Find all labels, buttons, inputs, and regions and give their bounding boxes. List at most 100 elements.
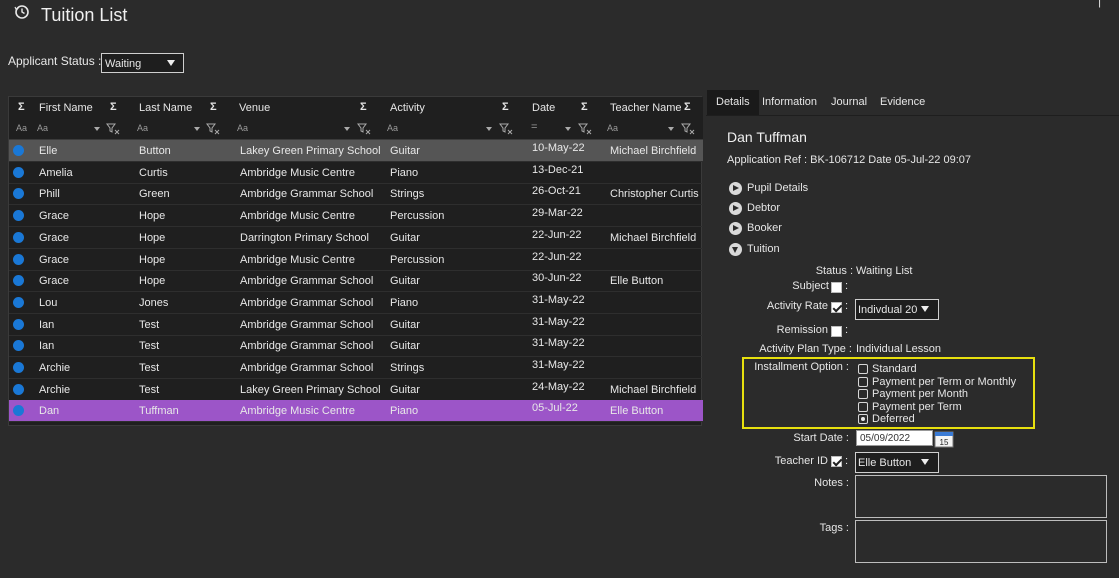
clear-filter-icon[interactable] [206,123,220,135]
colon: : [845,455,849,467]
status-dot-icon [13,340,24,352]
filter-venue[interactable]: Aa [237,123,248,133]
cell-venue: Ambridge Music Centre [240,210,355,223]
status-dot-icon [13,296,24,308]
sigma-icon[interactable]: Σ [18,101,25,113]
table-row[interactable]: Grace Hope Ambridge Music Centre Percussion… [9,249,703,271]
filter-teacher-name[interactable]: Aa [607,123,618,133]
table-row[interactable]: Ian Test Ambridge Grammar School Guitar 31-M… [9,335,703,358]
sigma-icon[interactable]: Σ [110,101,117,113]
sigma-icon[interactable]: Σ [502,101,509,113]
chevron-down-icon[interactable] [94,127,100,131]
cell-date: 10-May-22 [532,142,585,154]
notes-textarea[interactable] [855,475,1107,518]
cell-date: 13-Dec-21 [532,163,584,176]
cell-activity: Strings [390,188,425,201]
chevron-down-icon[interactable] [194,127,200,131]
notes-label: Notes : [814,477,849,489]
table-row[interactable]: Ian Test Ambridge Grammar School Guitar 31-M… [9,314,703,336]
chevron-down-icon [167,60,175,66]
tab-details[interactable]: Details [707,90,759,115]
table-row[interactable]: Grace Hope Ambridge Grammar School Guitar 30… [9,270,703,293]
table-row[interactable]: Archie Test Lakey Green Primary School Guit… [9,379,703,401]
applicant-status-select[interactable]: Waiting [101,53,184,73]
sigma-icon[interactable]: Σ [581,101,588,113]
chevron-down-icon[interactable] [344,127,350,131]
cell-activity: Guitar [390,383,420,396]
chevron-down-icon[interactable] [486,127,492,131]
col-header-activity[interactable]: Activity [390,102,425,114]
col-header-teacher-name[interactable]: Teacher Name [610,102,682,114]
cell-last-name: Test [139,318,160,331]
cell-last-name: Jones [139,296,169,309]
chevron-down-icon [921,459,929,465]
remission-checkbox[interactable] [831,326,842,337]
table-row[interactable]: Lou Jones Ambridge Grammar School Piano 31-M… [9,292,703,314]
installment-label: Installment Option : [754,361,849,373]
tab-information[interactable]: Information [753,90,826,115]
window-control[interactable]: | [1098,0,1101,8]
cell-venue: Ambridge Grammar School [240,188,374,201]
cell-last-name: Hope [139,210,166,223]
table-row[interactable]: Phill Green Ambridge Grammar School Strings… [9,183,703,206]
col-header-last-name[interactable]: Last Name [139,102,192,114]
status-dot-icon [13,253,24,265]
cell-last-name: Test [139,383,160,396]
teacher-id-select[interactable]: Elle Button [855,452,939,473]
clear-filter-icon[interactable] [681,123,695,135]
chevron-down-icon[interactable] [565,127,571,131]
cell-venue: Ambridge Grammar School [240,362,374,374]
activity-rate-checkbox[interactable] [831,302,842,313]
cell-last-name: Hope [139,275,166,288]
teacher-id-value: Elle Button [858,457,912,469]
filter-first-name[interactable]: Aa [37,123,48,133]
col-header-date[interactable]: Date [532,102,555,114]
sigma-icon[interactable]: Σ [360,101,367,113]
sigma-icon[interactable]: Σ [684,101,691,113]
table-row[interactable]: Grace Hope Ambridge Music Centre Percussion… [9,205,703,228]
status-dot-icon [13,231,24,243]
calendar-icon[interactable]: 15 [934,431,954,448]
cell-first-name: Amelia [39,166,73,179]
table-row[interactable]: Grace Hope Darrington Primary School Guitar… [9,227,703,249]
filter-activity[interactable]: Aa [387,123,398,133]
cell-first-name: Grace [39,210,69,223]
chevron-down-icon[interactable] [668,127,674,131]
status-dot-icon [13,383,24,395]
tags-textarea[interactable] [855,520,1107,563]
tab-journal[interactable]: Journal [822,90,876,115]
clear-filter-icon[interactable] [106,123,120,135]
filter-date-equals[interactable]: = [531,121,537,133]
grid-header-row: Σ First Name Σ Last Name Σ Venue Σ Activ… [9,97,703,119]
filter-text-icon[interactable]: Aa [16,123,27,133]
expand-icon [729,222,742,235]
cell-venue: Ambridge Grammar School [240,275,374,288]
clear-filter-icon[interactable] [578,123,592,135]
cell-venue: Lakey Green Primary School [240,145,381,157]
filter-last-name[interactable]: Aa [137,123,148,133]
subject-checkbox[interactable] [831,282,842,293]
table-row[interactable]: Elle Button Lakey Green Primary School Guit… [9,140,703,162]
applicant-name: Dan Tuffman [727,129,807,145]
sigma-icon[interactable]: Σ [210,101,217,113]
col-header-venue[interactable]: Venue [239,102,270,114]
teacher-id-checkbox[interactable] [831,456,842,467]
expand-icon [729,182,742,195]
table-row[interactable]: Amelia Curtis Ambridge Music Centre Piano 13… [9,162,703,184]
cell-first-name: Grace [39,253,69,266]
clear-filter-icon[interactable] [499,123,513,135]
cell-activity: Guitar [390,145,420,157]
cell-date: 31-May-22 [532,359,585,371]
remission-label: Remission [776,324,828,336]
tab-evidence[interactable]: Evidence [871,90,934,115]
cell-last-name: Hope [139,253,166,266]
table-row[interactable]: Dan Tuffman Ambridge Music Centre Piano 05-J… [9,400,703,423]
col-header-first-name[interactable]: First Name [39,102,93,114]
start-date-input[interactable]: 05/09/2022 [856,430,933,446]
expand-icon [729,202,742,215]
status-dot-icon [13,275,24,287]
cell-first-name: Archie [39,362,71,374]
table-row[interactable]: Archie Test Ambridge Grammar School Strings… [9,357,703,379]
activity-rate-select[interactable]: Indivdual 20 [855,299,939,320]
clear-filter-icon[interactable] [357,123,371,135]
